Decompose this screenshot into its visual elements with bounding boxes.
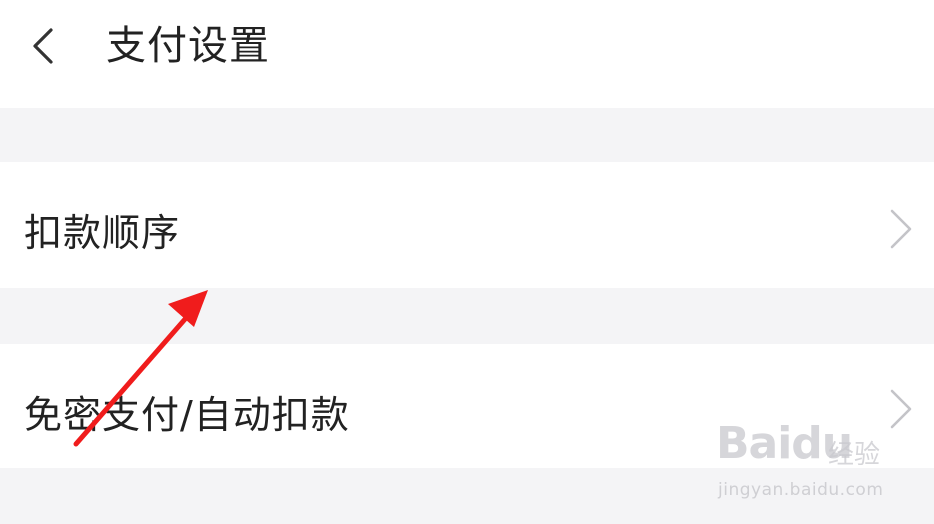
settings-item-label: 免密支付/自动扣款 — [24, 393, 350, 437]
section-gap — [0, 288, 934, 344]
watermark-url: jingyan.baidu.com — [718, 480, 884, 500]
chevron-left-icon[interactable] — [24, 26, 64, 66]
watermark: Baidu 经验 jingyan.baidu.com — [712, 418, 912, 508]
watermark-suffix: 经验 — [828, 440, 881, 470]
section-gap — [0, 108, 934, 162]
header-bar: 支付设置 — [0, 0, 934, 108]
settings-item-label: 扣款顺序 — [24, 211, 181, 255]
settings-item-deduction-order[interactable]: 扣款顺序 — [0, 162, 934, 288]
chevron-right-icon — [890, 209, 912, 249]
page-title: 支付设置 — [106, 23, 270, 69]
